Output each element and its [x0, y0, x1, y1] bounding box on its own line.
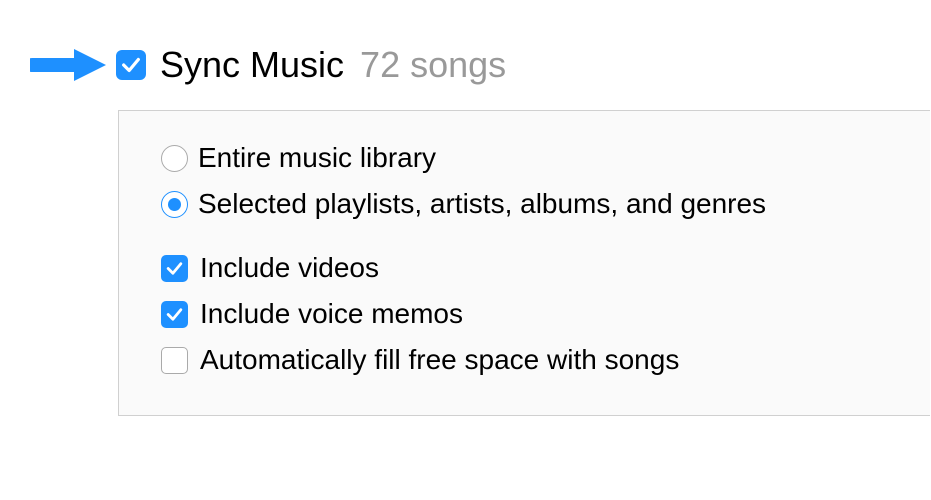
radio-entire-library[interactable] — [161, 145, 188, 172]
checkbox-row-autofill: Automatically fill free space with songs — [161, 341, 930, 379]
sync-options-panel: Entire music library Selected playlists,… — [118, 110, 930, 416]
pointer-arrow-icon — [30, 47, 108, 83]
checkbox-include-voice-memos-label: Include voice memos — [200, 298, 463, 330]
checkbox-autofill-label: Automatically fill free space with songs — [200, 344, 679, 376]
checkbox-row-include-voice-memos: Include voice memos — [161, 295, 930, 333]
radio-row-entire-library: Entire music library — [161, 139, 930, 177]
checkbox-row-include-videos: Include videos — [161, 249, 930, 287]
radio-entire-library-label: Entire music library — [198, 142, 436, 174]
song-count: 72 songs — [360, 44, 506, 86]
radio-selected-items-label: Selected playlists, artists, albums, and… — [198, 188, 766, 220]
checkbox-include-voice-memos[interactable] — [161, 301, 188, 328]
sync-music-checkbox[interactable] — [116, 50, 146, 80]
radio-row-selected-items: Selected playlists, artists, albums, and… — [161, 185, 930, 223]
checkbox-include-videos[interactable] — [161, 255, 188, 282]
sync-music-title: Sync Music — [160, 44, 344, 86]
checkbox-autofill[interactable] — [161, 347, 188, 374]
radio-selected-items[interactable] — [161, 191, 188, 218]
sync-music-header: Sync Music 72 songs — [0, 44, 931, 86]
checkbox-include-videos-label: Include videos — [200, 252, 379, 284]
